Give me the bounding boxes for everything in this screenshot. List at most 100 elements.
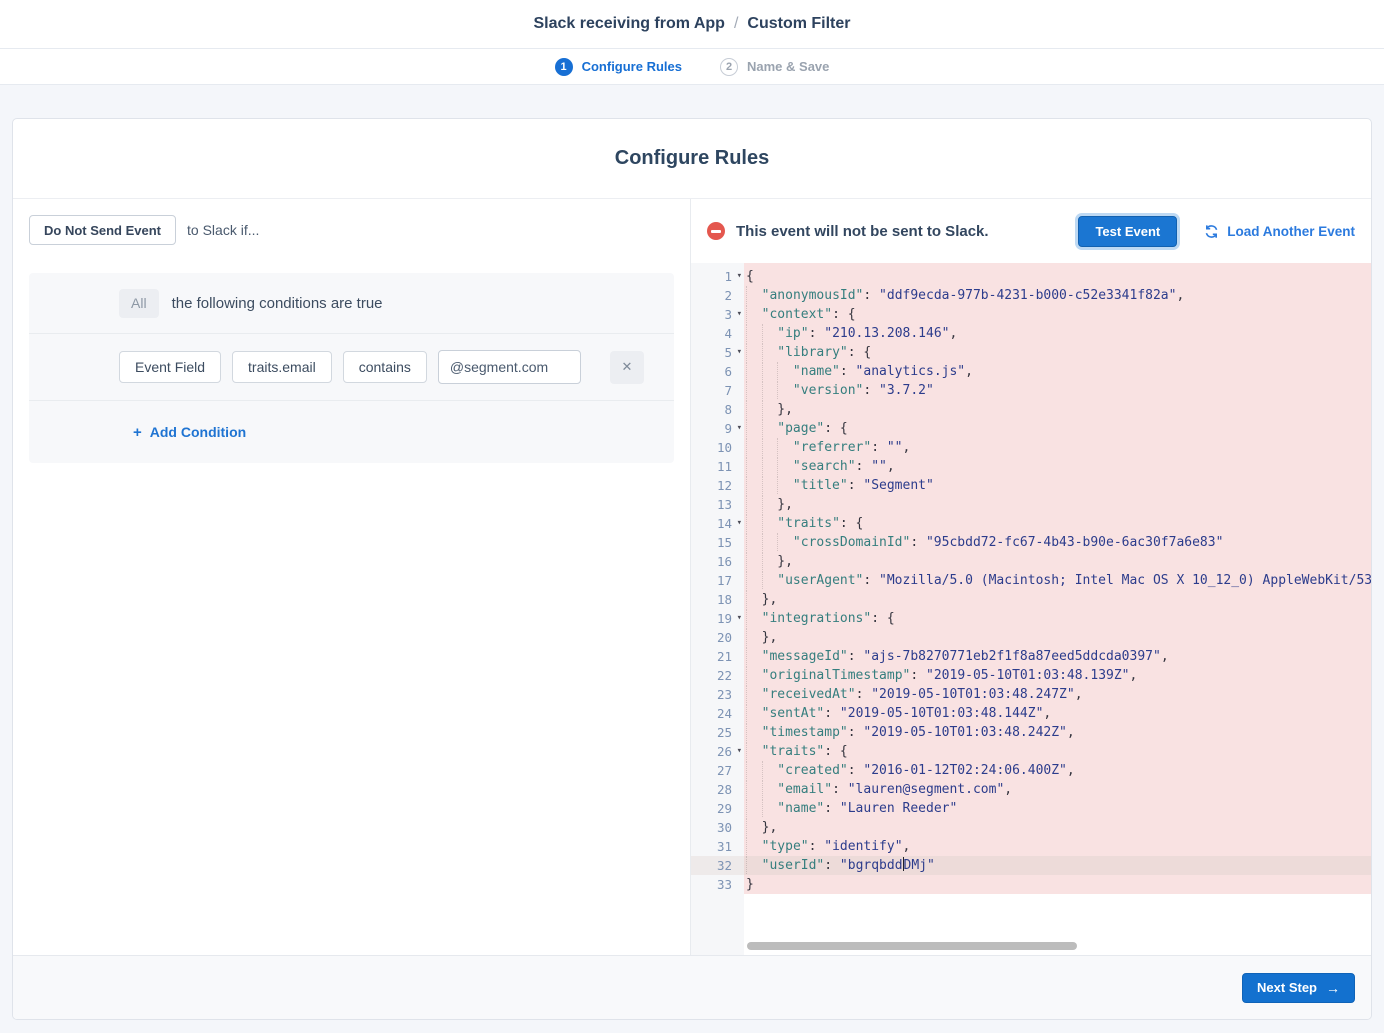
code-line[interactable]: "search": "", <box>744 457 1371 476</box>
match-mode-chip[interactable]: All <box>119 289 159 318</box>
line-number: 3▾ <box>691 305 744 324</box>
condition-field-chip[interactable]: traits.email <box>232 351 332 383</box>
line-number: 4 <box>691 324 744 343</box>
add-condition-button[interactable]: + Add Condition <box>133 424 246 441</box>
code-line[interactable]: "name": "analytics.js", <box>744 362 1371 381</box>
code-line[interactable]: "traits": { <box>744 742 1371 761</box>
code-line[interactable]: "referrer": "", <box>744 438 1371 457</box>
plus-icon: + <box>133 424 142 441</box>
code-line[interactable]: "integrations": { <box>744 609 1371 628</box>
step-2-label: Name & Save <box>747 59 829 74</box>
line-number: 1▾ <box>691 267 744 286</box>
minus-circle-icon <box>707 222 725 240</box>
code-line[interactable]: "receivedAt": "2019-05-10T01:03:48.247Z"… <box>744 685 1371 704</box>
breadcrumb-source: Slack receiving from App <box>533 15 724 33</box>
step-configure-rules[interactable]: 1 Configure Rules <box>555 58 682 76</box>
card-footer: Next Step → <box>13 955 1371 1019</box>
fold-arrow-icon[interactable]: ▾ <box>737 609 742 628</box>
line-number: 18 <box>691 590 744 609</box>
line-number: 28 <box>691 780 744 799</box>
refresh-icon <box>1204 224 1219 239</box>
breadcrumb-separator: / <box>734 15 738 33</box>
action-select-button[interactable]: Do Not Send Event <box>29 215 176 245</box>
code-line[interactable]: "page": { <box>744 419 1371 438</box>
stepper: 1 Configure Rules 2 Name & Save <box>0 49 1384 85</box>
code-line[interactable]: "traits": { <box>744 514 1371 533</box>
code-line[interactable]: "email": "lauren@segment.com", <box>744 780 1371 799</box>
line-number: 7 <box>691 381 744 400</box>
line-number: 17 <box>691 571 744 590</box>
code-line[interactable]: "sentAt": "2019-05-10T01:03:48.144Z", <box>744 704 1371 723</box>
line-number: 10 <box>691 438 744 457</box>
code-line[interactable]: "name": "Lauren Reeder" <box>744 799 1371 818</box>
match-row: All the following conditions are true <box>29 273 674 334</box>
code-line[interactable]: "ip": "210.13.208.146", <box>744 324 1371 343</box>
fold-arrow-icon[interactable]: ▾ <box>737 267 742 286</box>
code-line[interactable]: "userId": "bgrqbddDMj" <box>744 856 1371 875</box>
rules-panel: Do Not Send Event to Slack if... All the… <box>13 199 691 955</box>
code-line[interactable]: "context": { <box>744 305 1371 324</box>
fold-arrow-icon[interactable]: ▾ <box>737 514 742 533</box>
code-line[interactable]: "messageId": "ajs-7b8270771eb2f1f8a87eed… <box>744 647 1371 666</box>
configure-rules-card: Configure Rules Do Not Send Event to Sla… <box>12 118 1372 1020</box>
step-1-circle: 1 <box>555 58 573 76</box>
line-number: 21 <box>691 647 744 666</box>
code-line[interactable]: "crossDomainId": "95cbdd72-fc67-4b43-b90… <box>744 533 1371 552</box>
line-number: 19▾ <box>691 609 744 628</box>
json-event-editor[interactable]: 1▾23▾45▾6789▾1011121314▾1516171819▾20212… <box>691 263 1371 955</box>
code-line[interactable]: }, <box>744 495 1371 514</box>
step-name-save[interactable]: 2 Name & Save <box>720 58 829 76</box>
code-line[interactable]: }, <box>744 628 1371 647</box>
panels: Do Not Send Event to Slack if... All the… <box>13 199 1371 955</box>
code-line[interactable]: "library": { <box>744 343 1371 362</box>
add-condition-row: + Add Condition <box>29 401 674 463</box>
event-panel: This event will not be sent to Slack. Te… <box>691 199 1371 955</box>
editor-code[interactable]: {"anonymousId": "ddf9ecda-977b-4231-b000… <box>744 263 1371 955</box>
code-line[interactable]: "timestamp": "2019-05-10T01:03:48.242Z", <box>744 723 1371 742</box>
fold-arrow-icon[interactable]: ▾ <box>737 419 742 438</box>
step-1-label: Configure Rules <box>582 59 682 74</box>
line-number: 33 <box>691 875 744 894</box>
line-number: 8 <box>691 400 744 419</box>
condition-operator-chip[interactable]: contains <box>343 351 427 383</box>
test-event-button[interactable]: Test Event <box>1078 216 1177 247</box>
code-line[interactable]: } <box>744 875 1371 894</box>
line-number: 11 <box>691 457 744 476</box>
line-number: 24 <box>691 704 744 723</box>
code-line[interactable]: "version": "3.7.2" <box>744 381 1371 400</box>
fold-arrow-icon[interactable]: ▾ <box>737 742 742 761</box>
code-line[interactable]: }, <box>744 590 1371 609</box>
condition-group: All the following conditions are true Ev… <box>29 273 674 463</box>
line-number: 13 <box>691 495 744 514</box>
remove-condition-button[interactable]: ✕ <box>610 351 644 384</box>
line-number: 20 <box>691 628 744 647</box>
code-line[interactable]: "created": "2016-01-12T02:24:06.400Z", <box>744 761 1371 780</box>
close-icon: ✕ <box>622 359 633 374</box>
fold-arrow-icon[interactable]: ▾ <box>737 343 742 362</box>
line-number: 23 <box>691 685 744 704</box>
line-number: 26▾ <box>691 742 744 761</box>
condition-value-input[interactable] <box>438 350 581 384</box>
condition-type-chip[interactable]: Event Field <box>119 351 221 383</box>
page-title: Configure Rules <box>13 119 1371 199</box>
line-number: 6 <box>691 362 744 381</box>
next-step-label: Next Step <box>1257 980 1317 995</box>
code-line[interactable]: }, <box>744 818 1371 837</box>
line-number: 31 <box>691 837 744 856</box>
code-line[interactable]: "title": "Segment" <box>744 476 1371 495</box>
add-condition-label: Add Condition <box>150 424 246 440</box>
horizontal-scrollbar[interactable] <box>747 942 1077 950</box>
code-line[interactable]: "userAgent": "Mozilla/5.0 (Macintosh; In… <box>744 571 1371 590</box>
condition-row: Event Field traits.email contains ✕ <box>29 334 674 401</box>
fold-arrow-icon[interactable]: ▾ <box>737 305 742 324</box>
code-line[interactable]: "type": "identify", <box>744 837 1371 856</box>
load-another-event-link[interactable]: Load Another Event <box>1204 224 1355 239</box>
code-line[interactable]: { <box>744 267 1371 286</box>
code-line[interactable]: }, <box>744 552 1371 571</box>
code-line[interactable]: "originalTimestamp": "2019-05-10T01:03:4… <box>744 666 1371 685</box>
line-number: 25 <box>691 723 744 742</box>
code-line[interactable]: }, <box>744 400 1371 419</box>
code-line[interactable]: "anonymousId": "ddf9ecda-977b-4231-b000-… <box>744 286 1371 305</box>
event-panel-header: This event will not be sent to Slack. Te… <box>691 199 1371 263</box>
next-step-button[interactable]: Next Step → <box>1242 973 1355 1003</box>
